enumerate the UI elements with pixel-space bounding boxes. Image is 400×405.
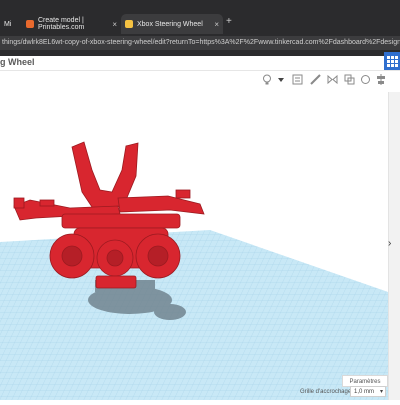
ungroup-icon[interactable] bbox=[360, 74, 371, 85]
new-tab-button[interactable]: + bbox=[226, 16, 232, 27]
tab-printables[interactable]: Create model | Printables.com × bbox=[22, 14, 121, 34]
tab-label: Create model | Printables.com bbox=[38, 17, 85, 31]
group-icon[interactable] bbox=[344, 74, 355, 85]
tab-close-icon[interactable]: × bbox=[214, 20, 219, 29]
3d-viewport[interactable] bbox=[0, 92, 388, 400]
tab-xbox-steering-wheel[interactable]: Xbox Steering Wheel × bbox=[121, 14, 223, 34]
printables-favicon-icon bbox=[26, 20, 34, 28]
tinkercad-favicon-icon bbox=[125, 20, 133, 28]
workplane-scene[interactable] bbox=[0, 92, 388, 400]
apps-grid-button[interactable] bbox=[384, 52, 400, 70]
tab-label: Xbox Steering Wheel bbox=[137, 20, 203, 28]
chevron-down-icon: ▾ bbox=[379, 389, 383, 395]
address-bar[interactable]: things/dwlrk8EL6wt-copy-of-xbox-steering… bbox=[0, 36, 400, 50]
toolbar bbox=[0, 72, 400, 92]
panel-collapse-icon[interactable]: › bbox=[388, 238, 391, 249]
caret-down-icon[interactable] bbox=[278, 78, 284, 82]
app-header: g Wheel bbox=[0, 56, 400, 71]
tab-close-icon[interactable]: × bbox=[112, 20, 117, 29]
snap-grid-select[interactable]: 1,0 mm ▾ bbox=[350, 386, 386, 397]
ruler-icon[interactable] bbox=[310, 74, 321, 85]
design-title[interactable]: g Wheel bbox=[0, 57, 35, 67]
tab-strip: Mi Create model | Printables.com × Xbox … bbox=[0, 14, 400, 34]
tab-mi[interactable]: Mi bbox=[0, 14, 22, 34]
tab-label: Mi bbox=[4, 20, 12, 28]
snap-grid-value: 1,0 mm bbox=[354, 389, 375, 395]
lightbulb-icon[interactable] bbox=[262, 74, 272, 86]
note-icon[interactable] bbox=[292, 74, 303, 85]
align-icon[interactable] bbox=[376, 74, 386, 85]
snap-grid-label: Grille d'accrochage bbox=[300, 389, 352, 395]
mirror-icon[interactable] bbox=[327, 74, 338, 85]
